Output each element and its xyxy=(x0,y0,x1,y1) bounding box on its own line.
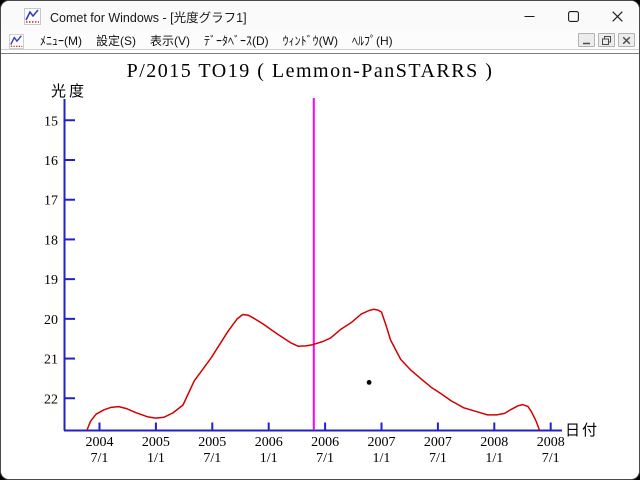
title-bar: Comet for Windows - [光度グラフ1] xyxy=(1,1,639,31)
mdi-close-icon xyxy=(622,36,631,45)
y-tick-label: 18 xyxy=(44,233,58,248)
close-button[interactable] xyxy=(595,1,639,31)
close-icon xyxy=(612,11,623,22)
x-tick-label-day: 1/1 xyxy=(485,451,503,466)
app-window: Comet for Windows - [光度グラフ1] xyxy=(0,0,640,480)
observation-point xyxy=(367,380,372,385)
x-tick-label-day: 7/1 xyxy=(316,451,334,466)
x-tick-label-day: 1/1 xyxy=(373,451,391,466)
menu-item-help[interactable]: ﾍﾙﾌﾟ(H) xyxy=(345,31,400,50)
x-tick-label-year: 2005 xyxy=(198,435,226,450)
x-tick-label-day: 7/1 xyxy=(429,451,447,466)
mdi-minimize-icon xyxy=(582,36,591,45)
mdi-child-icon[interactable] xyxy=(9,34,24,49)
y-tick-label: 15 xyxy=(44,114,58,129)
maximize-button[interactable] xyxy=(551,1,595,31)
window-title: Comet for Windows - [光度グラフ1] xyxy=(50,7,507,26)
menu-item-menu[interactable]: ﾒﾆｭｰ(M) xyxy=(33,31,89,50)
menu-item-settings[interactable]: 設定(S) xyxy=(89,31,143,50)
x-tick-label-day: 1/1 xyxy=(260,451,278,466)
x-tick-label-year: 2006 xyxy=(311,435,339,450)
x-tick-label-day: 1/1 xyxy=(147,451,165,466)
y-axis-label: 光度 xyxy=(51,83,87,100)
mdi-window-buttons xyxy=(578,33,635,47)
mdi-close-button[interactable] xyxy=(618,33,635,47)
light-curve-chart: P/2015 TO19 ( Lemmon-PanSTARRS ) 光度日付 15 16… xyxy=(1,54,640,480)
caption-buttons xyxy=(507,1,639,31)
y-tick-label: 16 xyxy=(44,154,58,169)
x-tick-label-year: 2008 xyxy=(537,435,565,450)
y-tick-label: 20 xyxy=(44,313,58,328)
maximize-icon xyxy=(568,11,579,22)
menu-item-window[interactable]: ｳｨﾝﾄﾞｳ(W) xyxy=(276,31,345,50)
x-tick-label-year: 2007 xyxy=(424,435,452,450)
menu-bar: ﾒﾆｭｰ(M) 設定(S) 表示(V) ﾃﾞｰﾀﾍﾞｰｽ(D) ｳｨﾝﾄﾞｳ(W… xyxy=(1,31,639,50)
x-tick-label-year: 2006 xyxy=(255,435,283,450)
minimize-button[interactable] xyxy=(507,1,551,31)
menu-items: ﾒﾆｭｰ(M) 設定(S) 表示(V) ﾃﾞｰﾀﾍﾞｰｽ(D) ｳｨﾝﾄﾞｳ(W… xyxy=(33,31,578,50)
x-tick-label-year: 2007 xyxy=(368,435,396,450)
chart-area: P/2015 TO19 ( Lemmon-PanSTARRS ) 光度日付 15 16… xyxy=(1,54,639,480)
mdi-restore-button[interactable] xyxy=(598,33,615,47)
x-axis-label: 日付 xyxy=(565,422,599,439)
x-tick-label-day: 7/1 xyxy=(203,451,221,466)
mdi-minimize-button[interactable] xyxy=(578,33,595,47)
light-curve-icon xyxy=(24,8,41,25)
y-tick-label: 17 xyxy=(44,194,58,209)
mdi-restore-icon xyxy=(602,36,611,45)
x-tick-label-year: 2004 xyxy=(86,435,114,450)
x-tick-label-day: 7/1 xyxy=(542,451,560,466)
menu-item-view[interactable]: 表示(V) xyxy=(143,31,197,50)
y-tick-label: 21 xyxy=(44,353,58,368)
menu-item-database[interactable]: ﾃﾞｰﾀﾍﾞｰｽ(D) xyxy=(197,31,276,50)
y-tick-label: 19 xyxy=(44,273,58,288)
app-icon[interactable] xyxy=(24,8,41,25)
y-tick-label: 22 xyxy=(44,392,58,407)
x-tick-label-day: 7/1 xyxy=(91,451,109,466)
minimize-icon xyxy=(524,11,535,22)
x-tick-label-year: 2008 xyxy=(480,435,508,450)
x-tick-label-year: 2005 xyxy=(142,435,170,450)
chart-title: P/2015 TO19 ( Lemmon-PanSTARRS ) xyxy=(127,60,494,82)
light-curve-icon xyxy=(9,34,24,49)
